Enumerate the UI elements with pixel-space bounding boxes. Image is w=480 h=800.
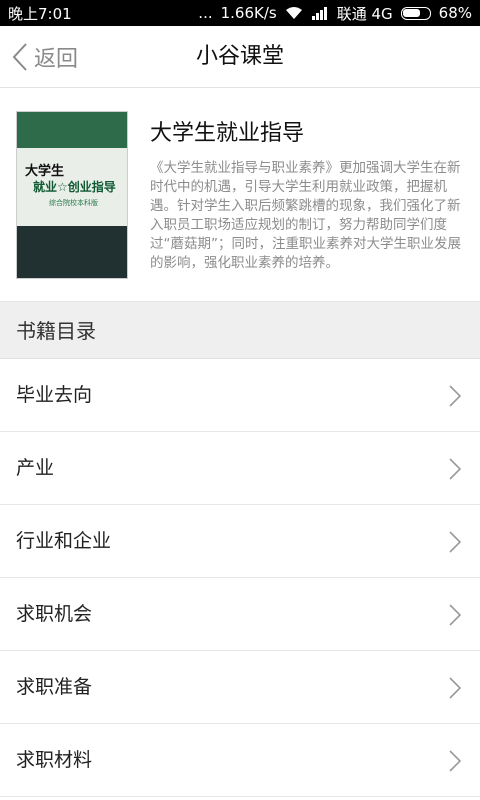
cover-footer-band <box>17 226 127 278</box>
battery-percent: 68% <box>438 4 472 22</box>
list-item[interactable]: 求职机会 <box>0 578 480 651</box>
chevron-left-icon <box>12 43 27 71</box>
list-item-label: 产业 <box>16 457 55 479</box>
chevron-right-icon <box>449 531 462 553</box>
status-bar: 晚上7:01 ... 1.66K/s 联通 4G 68% <box>0 0 480 26</box>
toc-list: 毕业去向 产业 行业和企业 求职机会 求职准备 求职材料 <box>0 359 480 797</box>
book-title: 大学生就业指导 <box>150 121 305 146</box>
book-description: 《大学生就业指导与职业素养》更加强调大学生在新时代中的机遇，引导大学生利用就业政… <box>150 160 461 271</box>
list-item-label: 求职准备 <box>16 676 93 698</box>
back-button[interactable]: 返回 <box>12 40 78 74</box>
status-indicators: ... 1.66K/s 联通 4G 68% <box>198 3 472 24</box>
chevron-right-icon <box>449 458 462 480</box>
list-item[interactable]: 求职准备 <box>0 651 480 724</box>
toc-header-label: 书籍目录 <box>16 319 96 343</box>
list-item[interactable]: 毕业去向 <box>0 359 480 432</box>
list-item-label: 求职机会 <box>16 603 93 625</box>
carrier-label: 联通 4G <box>336 4 393 23</box>
chevron-right-icon <box>449 750 462 772</box>
chevron-right-icon <box>449 677 462 699</box>
back-label: 返回 <box>34 47 79 72</box>
chevron-right-icon <box>449 385 462 407</box>
list-item-label: 求职材料 <box>16 749 93 771</box>
list-item-label: 行业和企业 <box>16 530 112 552</box>
list-item[interactable]: 产业 <box>0 432 480 505</box>
list-item[interactable]: 求职材料 <box>0 724 480 797</box>
cover-title-line2: 就业☆创业指导 <box>33 180 116 194</box>
wifi-icon <box>285 7 302 19</box>
cover-subtitle: 综合院校本科版 <box>49 199 98 207</box>
battery-icon <box>400 6 431 20</box>
list-item[interactable]: 行业和企业 <box>0 505 480 578</box>
cover-header-band <box>17 112 127 148</box>
signal-icon <box>311 7 327 20</box>
cover-title-line1: 大学生 <box>25 164 65 179</box>
book-info: 大学生 就业☆创业指导 综合院校本科版 大学生就业指导 《大学生就业指导与职业素… <box>0 89 480 301</box>
status-time: 晚上7:01 <box>8 4 72 23</box>
nav-bar: 返回 小谷课堂 <box>0 26 480 88</box>
list-item-label: 毕业去向 <box>16 384 93 406</box>
chevron-right-icon <box>449 604 462 626</box>
book-cover[interactable]: 大学生 就业☆创业指导 综合院校本科版 <box>16 111 128 279</box>
toc-section-header: 书籍目录 <box>0 301 480 359</box>
status-dots: ... <box>198 4 213 22</box>
network-speed: 1.66K/s <box>220 4 277 22</box>
